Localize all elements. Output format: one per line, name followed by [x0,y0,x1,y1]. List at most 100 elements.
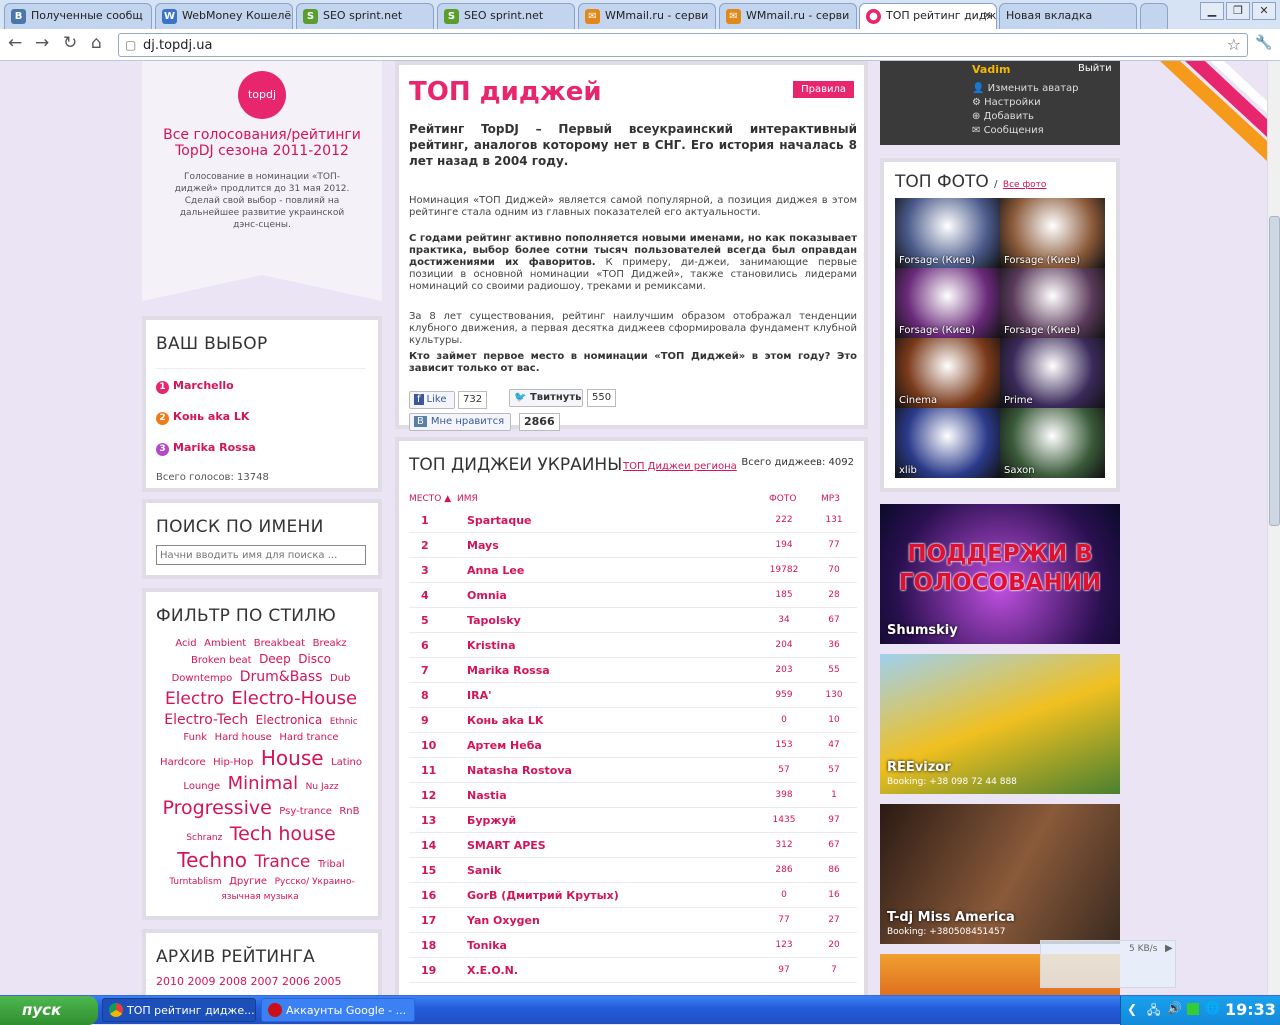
style-tag[interactable]: Electro-Tech [164,712,248,728]
table-row[interactable]: 8 IRA' 959 130 [409,683,857,708]
photo-thumb[interactable]: Forsage (Киев) [1000,268,1105,338]
dj-name[interactable]: Anna Lee [467,564,524,577]
table-row[interactable]: 9 Конь aka LK 0 10 [409,708,857,733]
mp3-count[interactable]: 67 [809,840,859,850]
reload-icon[interactable]: ↻ [63,33,77,53]
dj-name[interactable]: Yan Oxygen [467,914,540,927]
style-tag[interactable]: Electronica [256,713,323,727]
mp3-count[interactable]: 86 [809,865,859,875]
style-tag[interactable]: Hardcore [160,757,206,768]
dj-name[interactable]: Nastia [467,789,507,802]
tab-7-active[interactable]: ● ТОП рейтинг диджей✕ [859,3,997,30]
mp3-count[interactable]: 47 [809,740,859,750]
mp3-count[interactable]: 130 [809,690,859,700]
facebook-like-button[interactable]: f Like [409,391,455,409]
choice-item-2[interactable]: 2 Конь aka LK [156,410,366,425]
style-tag[interactable]: Deep [259,652,291,666]
photo-thumb[interactable]: Forsage (Киев) [895,198,1000,268]
style-tag[interactable]: Techno [177,848,247,872]
mp3-count[interactable]: 97 [809,815,859,825]
mp3-count[interactable]: 1 [809,790,859,800]
new-tab-button[interactable] [1140,3,1168,29]
dj-name[interactable]: GorB (Дмитрий Крутых) [467,889,619,902]
mp3-count[interactable]: 67 [809,615,859,625]
style-tag[interactable]: Downtempo [172,673,233,684]
mp3-count[interactable]: 16 [809,890,859,900]
dj-name[interactable]: Sanik [467,864,501,877]
address-bar[interactable]: ▢ dj.topdj.ua ☆ [118,33,1248,57]
style-tag[interactable]: Dub [330,673,350,684]
dj-name[interactable]: Natasha Rostova [467,764,572,777]
style-tag[interactable]: Progressive [162,797,271,819]
col-mp3[interactable]: MP3 [821,494,840,504]
user-name[interactable]: Vadim [972,63,1010,76]
start-button[interactable]: пуск [0,996,98,1025]
dj-name[interactable]: X.E.O.N. [467,964,518,977]
mp3-count[interactable]: 28 [809,590,859,600]
style-tag[interactable]: RnB [339,806,359,817]
style-tag[interactable]: Broken beat [191,655,252,666]
globe-icon[interactable]: 🌐 [1205,1001,1220,1015]
minimize-icon[interactable]: ▁ [1200,2,1224,20]
home-icon[interactable]: ⌂ [91,33,102,53]
forward-icon[interactable]: → [35,33,49,53]
tab-6[interactable]: ✉ WMmail.ru - серви [719,3,857,29]
mp3-count[interactable]: 7 [809,965,859,975]
all-photos-link[interactable]: Все фото [1003,180,1046,190]
choice-item-3[interactable]: 3 Marika Rossa [156,441,366,456]
change-avatar-link[interactable]: 👤 Изменить аватар [972,83,1079,94]
style-tag[interactable]: Electro [165,689,224,709]
mp3-count[interactable]: 70 [809,565,859,575]
dj-name[interactable]: IRA' [467,689,491,702]
tab-3[interactable]: S SEO sprint.net [296,3,434,29]
table-row[interactable]: 14 SMART APES 312 67 [409,833,857,858]
mp3-count[interactable]: 77 [809,540,859,550]
photo-count[interactable]: 97 [759,965,809,995]
maximize-icon[interactable]: ❐ [1226,2,1250,20]
promo-title[interactable]: Все голосования/рейтинги TopDJ сезона 20… [152,127,372,159]
photo-thumb[interactable]: Forsage (Киев) [1000,198,1105,268]
volume-icon[interactable]: 🔊 [1167,1001,1182,1015]
settings-link[interactable]: ⚙ Настройки [972,97,1041,108]
table-row[interactable]: 7 Marika Rossa 203 55 [409,658,857,683]
style-tag[interactable]: Ethnic [330,717,358,727]
vk-like-button[interactable]: B Мне нравится [409,413,511,431]
topdj-logo[interactable]: topdj [238,71,286,119]
mp3-count[interactable]: 55 [809,665,859,675]
network-icon[interactable]: 🖧 [1147,1001,1160,1022]
col-photo[interactable]: ФОТО [769,494,796,504]
dj-name[interactable]: Kristina [467,639,516,652]
taskbar-item-opera[interactable]: Аккаунты Google - ... [261,998,415,1022]
dj-name[interactable]: SMART APES [467,839,546,852]
mp3-count[interactable]: 36 [809,640,859,650]
table-row[interactable]: 12 Nastia 398 1 [409,783,857,808]
style-tag[interactable]: Electro-House [231,688,357,709]
style-tag[interactable]: Lounge [183,781,220,792]
wrench-icon[interactable]: 🔧 [1255,35,1272,51]
dj-name[interactable]: Буржуй [467,814,516,827]
dj-name[interactable]: Tapolsky [467,614,521,627]
mp3-count[interactable]: 57 [809,765,859,775]
table-row[interactable]: 5 Tapolsky 34 67 [409,608,857,633]
logout-link[interactable]: Выйти [1078,63,1112,74]
photo-thumb[interactable]: Saxon [1000,408,1105,478]
style-tag[interactable]: Funk [183,732,207,743]
scroll-thumb[interactable] [1269,216,1280,526]
style-tag[interactable]: House [261,746,324,770]
dj-name[interactable]: Marika Rossa [467,664,550,677]
back-icon[interactable]: ← [8,33,22,53]
style-tag[interactable]: Drum&Bass [240,669,323,685]
mp3-count[interactable]: 10 [809,715,859,725]
mp3-count[interactable]: 131 [809,515,859,525]
banner-shumskiy[interactable]: ПОДДЕРЖИ В ГОЛОСОВАНИИ Shumskiy [880,504,1120,644]
table-row[interactable]: 16 GorB (Дмитрий Крутых) 0 16 [409,883,857,908]
style-tag[interactable]: Psy-trance [279,806,332,817]
dj-name[interactable]: Mays [467,539,499,552]
style-tag[interactable]: Hard trance [279,732,338,743]
banner-reevizor[interactable]: REEvizor Booking: +38 098 72 44 888 [880,654,1120,794]
tweet-button[interactable]: 🐦 Твитнуть [509,389,583,407]
style-tag[interactable]: Turntablism [169,877,221,887]
region-rating-link[interactable]: ТОП Диджеи региона [623,461,737,472]
tab-1[interactable]: B Полученные сообщ [4,3,152,29]
rules-button[interactable]: Правила [793,81,854,98]
